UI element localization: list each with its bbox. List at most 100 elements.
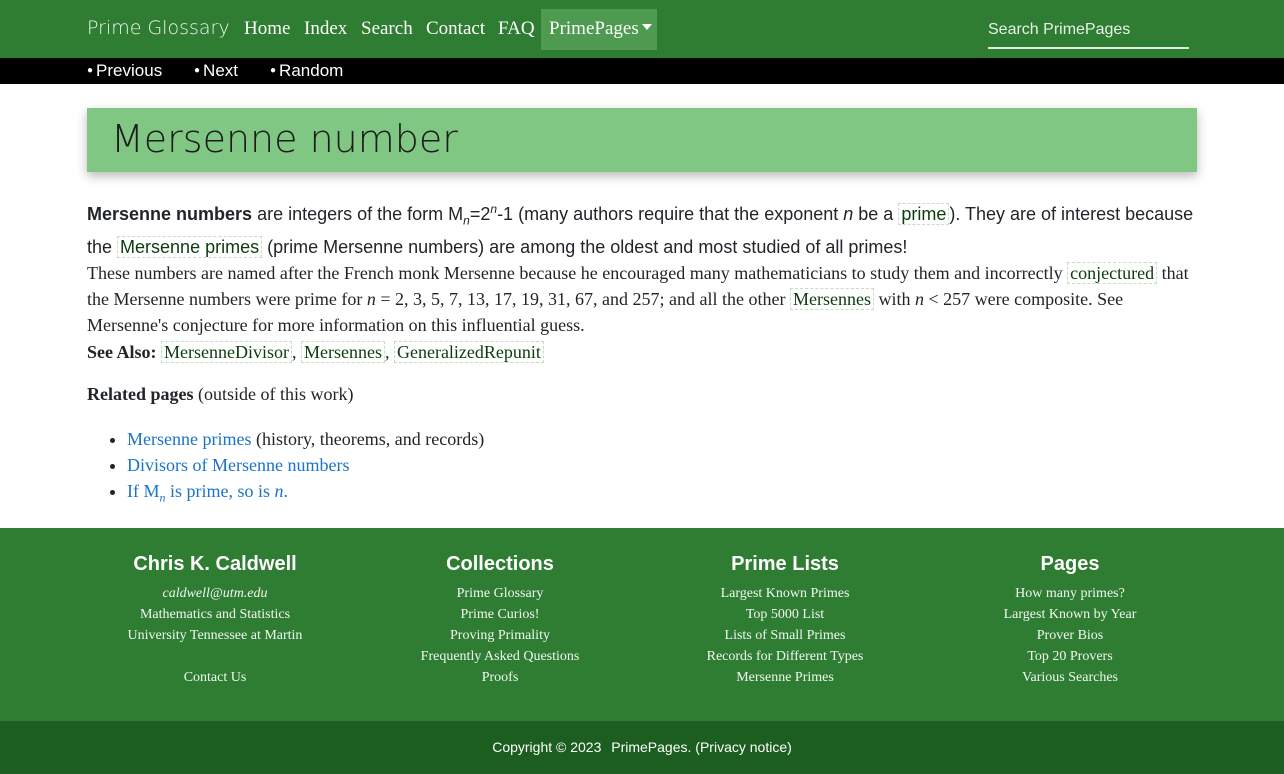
next-label: Next — [203, 61, 239, 80]
footer-link[interactable]: Prover Bios — [920, 625, 1220, 646]
footer-link[interactable]: Prime Curios! — [350, 604, 650, 625]
nav-home[interactable]: Home — [244, 18, 290, 40]
footer-text: Mathematics and Statistics — [139, 607, 291, 622]
related-pages-list: Mersenne primes (history, theorems, and … — [127, 426, 484, 511]
footer-link[interactable]: Largest Known Primes — [635, 583, 935, 604]
footer-link[interactable]: Top 20 Provers — [920, 646, 1220, 667]
bullet-icon: ● — [87, 65, 94, 76]
footer-heading: Prime Lists — [731, 553, 839, 575]
page-title: Mersenne number — [111, 117, 458, 161]
primepages-dropdown[interactable]: PrimePages — [541, 9, 657, 50]
text: (prime Mersenne numbers) are among the o… — [262, 236, 908, 257]
primepages-label: PrimePages — [549, 18, 652, 40]
text: -1 (many authors require that the expone… — [497, 204, 844, 224]
see-also: See Also: MersenneDivisor, Mersennes, Ge… — [87, 341, 544, 363]
related-link-if-mn-prime[interactable]: If Mn is prime, so is n. — [127, 481, 289, 505]
list-item: If Mn is prime, so is n. — [127, 478, 484, 511]
bullet-icon: ● — [194, 65, 201, 76]
footer-column-author: Chris K. Caldwell caldwell@utm.edu Mathe… — [65, 552, 365, 688]
footer-heading: Chris K. Caldwell — [133, 553, 297, 575]
text: . ( — [687, 739, 700, 755]
footer-link[interactable]: Prime Glossary — [350, 583, 650, 604]
text: with — [874, 288, 916, 309]
footer-column-prime-lists: Prime Lists Largest Known Primes Top 500… — [635, 552, 935, 688]
see-also-label: See Also: — [87, 342, 157, 362]
previous-label: Previous — [96, 61, 163, 80]
footer-link[interactable]: Proofs — [350, 667, 650, 688]
random-label: Random — [279, 61, 344, 80]
related-link-divisors[interactable]: Divisors of Mersenne numbers — [127, 455, 349, 475]
previous-link[interactable]: ● Previous — [87, 61, 162, 81]
text: = 2, 3, 5, 7, 13, 17, 19, 31, 67, and 25… — [375, 288, 791, 309]
italic-n: n — [843, 204, 854, 224]
text: (history, theorems, and records) — [251, 429, 485, 449]
text: . — [283, 481, 289, 501]
see-also-link-mersennes[interactable]: Mersennes — [300, 341, 385, 363]
footer-link[interactable]: Top 5000 List — [635, 604, 935, 625]
footer-link[interactable]: Proving Primality — [350, 625, 650, 646]
footer-column-pages: Pages How many primes? Largest Known by … — [920, 552, 1220, 688]
footer-email-link[interactable]: caldwell@utm.edu — [65, 583, 365, 604]
footer: Chris K. Caldwell caldwell@utm.edu Mathe… — [0, 528, 1284, 721]
text: If M — [127, 481, 160, 501]
footer-link[interactable]: How many primes? — [920, 583, 1220, 604]
nav-search[interactable]: Search — [361, 18, 413, 40]
glossary-link-conjectured[interactable]: conjectured — [1067, 261, 1158, 284]
privacy-link[interactable]: Privacy notice — [700, 739, 787, 755]
text: ) — [787, 739, 792, 755]
list-item: Mersenne primes (history, theorems, and … — [127, 426, 484, 452]
top-navbar: Prime Glossary Home Index Search Contact… — [0, 0, 1284, 58]
glossary-link-mersennes[interactable]: Mersennes — [790, 287, 874, 310]
glossary-link-mersenne-primes[interactable]: Mersenne primes — [117, 235, 263, 258]
definition-paragraph: Mersenne numbers are integers of the for… — [87, 196, 1197, 260]
search-box — [988, 16, 1189, 49]
footer-text: University Tennessee at Martin — [127, 628, 303, 643]
italic-n: n — [366, 288, 376, 309]
footer-link[interactable]: Lists of Small Primes — [635, 625, 935, 646]
text: These numbers are named after the French… — [87, 262, 1068, 283]
footer-link[interactable]: Largest Known by Year — [920, 604, 1220, 625]
italic-n: n — [274, 481, 284, 501]
text: are integers of the form M — [252, 204, 464, 224]
footer-heading: Pages — [1040, 553, 1100, 575]
related-bold: Related pages — [87, 384, 194, 404]
footer-link[interactable]: Mersenne Primes — [635, 667, 935, 688]
footer-link[interactable]: Frequently Asked Questions — [350, 646, 650, 667]
subscript-n: n — [463, 213, 470, 228]
nav-faq[interactable]: FAQ — [498, 18, 535, 40]
list-item: Divisors of Mersenne numbers — [127, 452, 484, 478]
text: =2 — [469, 204, 491, 224]
footer-heading: Collections — [446, 553, 554, 575]
see-also-link-mersennedivisor[interactable]: MersenneDivisor — [161, 341, 292, 363]
main-content: Mersenne numbers are integers of the for… — [87, 196, 1197, 505]
bullet-icon: ● — [270, 65, 277, 76]
next-link[interactable]: ● Next — [194, 61, 238, 81]
brand-link[interactable]: Prime Glossary — [87, 17, 230, 39]
nav-index[interactable]: Index — [304, 18, 347, 40]
secondary-navbar: ● Previous ● Next ● Random — [0, 58, 1284, 84]
italic-n: n — [915, 288, 925, 309]
footer-column-collections: Collections Prime Glossary Prime Curios!… — [350, 552, 650, 688]
site-link[interactable]: PrimePages — [611, 739, 687, 755]
footer-spacer — [65, 646, 365, 667]
term-bold: Mersenne numbers — [87, 204, 253, 224]
search-input[interactable] — [988, 16, 1189, 44]
chevron-down-icon — [641, 24, 652, 30]
nav-contact[interactable]: Contact — [426, 18, 485, 40]
footer-link[interactable]: Records for Different Types — [635, 646, 935, 667]
history-paragraph: These numbers are named after the French… — [87, 260, 1197, 338]
related-pages-heading: Related pages (outside of this work) — [87, 384, 353, 405]
glossary-link-prime[interactable]: prime — [898, 203, 950, 225]
random-link[interactable]: ● Random — [270, 61, 343, 81]
related-rest: (outside of this work) — [193, 384, 354, 404]
primepages-text: PrimePages — [549, 18, 639, 39]
text: is prime, so is — [165, 481, 275, 501]
title-banner: Mersenne number — [87, 108, 1197, 172]
see-also-link-generalizedrepunit[interactable]: GeneralizedRepunit — [393, 341, 544, 363]
footer-link[interactable]: Various Searches — [920, 667, 1220, 688]
copyright-text: Copyright © 2023 — [492, 739, 602, 755]
copyright-bar: Copyright © 2023 PrimePages. (Privacy no… — [0, 721, 1284, 774]
footer-link-contact-us[interactable]: Contact Us — [65, 667, 365, 688]
text: be a — [853, 204, 899, 224]
related-link-mersenne-primes[interactable]: Mersenne primes — [127, 429, 251, 449]
